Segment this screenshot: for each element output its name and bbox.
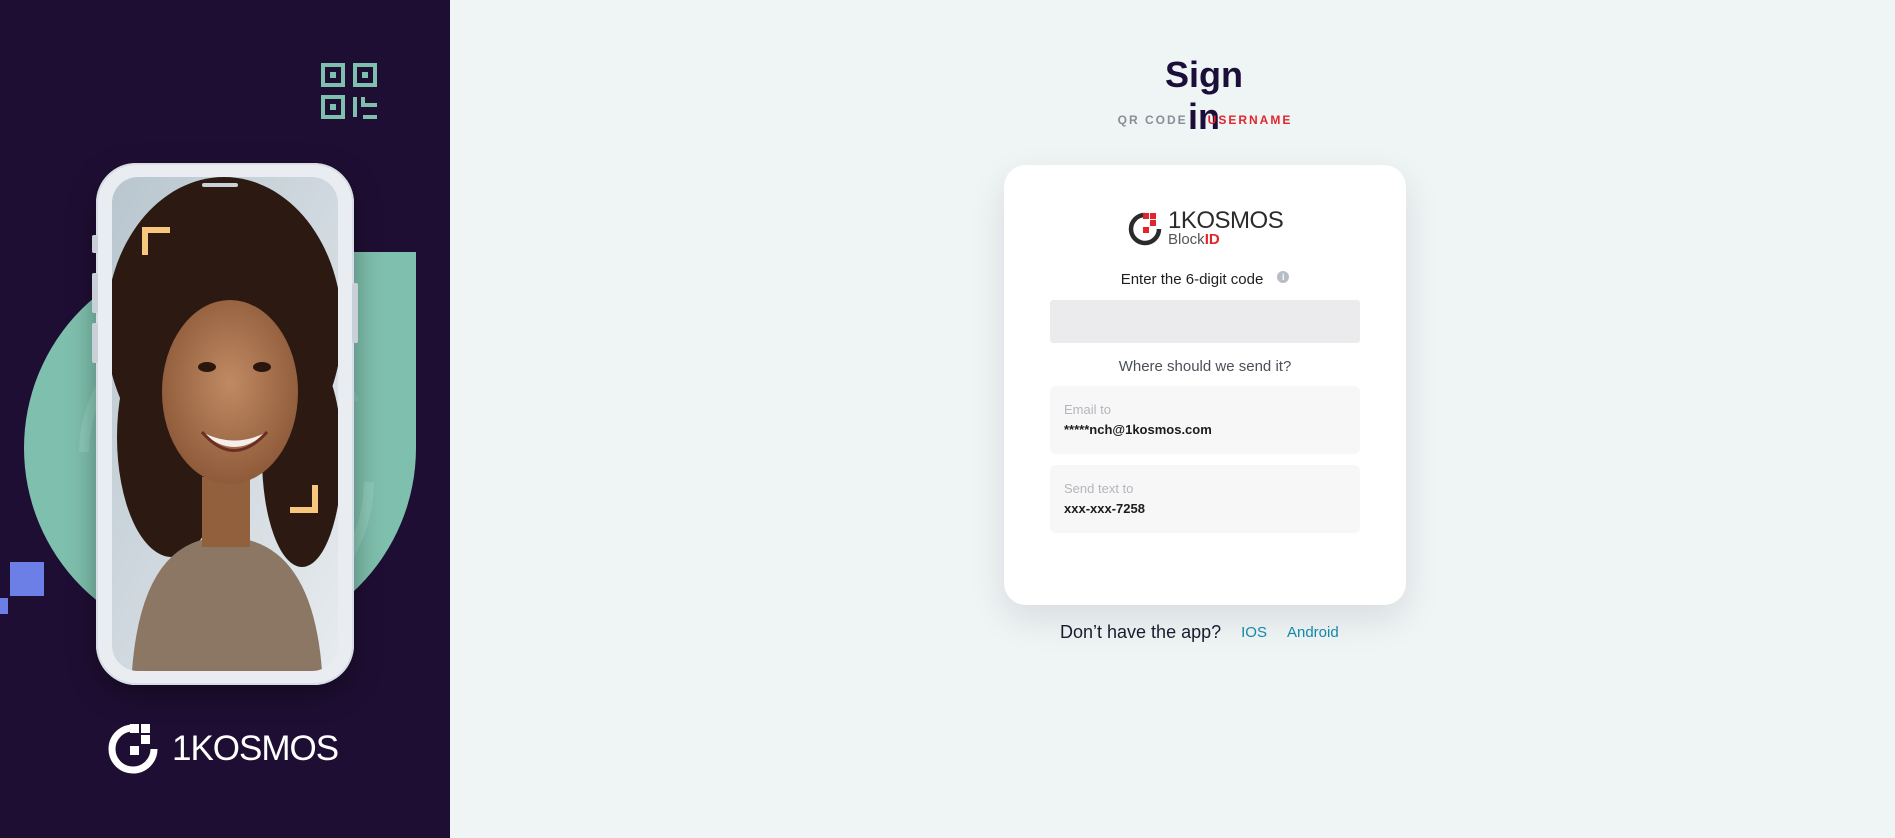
qr-code-icon [321, 63, 377, 119]
info-icon[interactable]: i [1277, 271, 1290, 283]
code-label-text: Enter the 6-digit code [1120, 271, 1264, 288]
brand-mark-icon [108, 724, 158, 774]
selfie-photo [112, 177, 338, 671]
tab-qr-code[interactable]: QR CODE [1118, 113, 1188, 127]
app-download-row: Don’t have the app? IOS Android [1060, 622, 1359, 643]
phone-side-button [352, 283, 358, 343]
blockid-logo-title: 1KOSMOS [1168, 207, 1284, 234]
android-link[interactable]: Android [1287, 624, 1339, 641]
sms-option-value: xxx-xxx-7258 [1064, 501, 1145, 516]
phone-side-button [92, 323, 98, 363]
decorative-square [10, 562, 44, 596]
brand-logo: 1KOSMOS [108, 724, 339, 774]
code-label: Enter the 6-digit code i [1004, 271, 1406, 288]
blockid-logo: 1KOSMOS BlockID [1128, 207, 1284, 248]
phone-notch [202, 183, 238, 187]
sms-option[interactable]: Send text to xxx-xxx-7258 [1050, 465, 1360, 533]
promo-panel: 1KOSMOS [0, 0, 450, 838]
phone-side-button [92, 235, 98, 253]
email-option[interactable]: Email to *****nch@1kosmos.com [1050, 386, 1360, 454]
blockid-logo-subtitle: BlockID [1168, 232, 1283, 248]
scan-frame-corner [142, 227, 170, 255]
brand-name: 1KOSMOS [172, 729, 339, 768]
email-option-value: *****nch@1kosmos.com [1064, 422, 1212, 437]
blockid-logo-block: Block [1168, 231, 1205, 248]
send-question: Where should we send it? [1118, 358, 1292, 375]
blockid-mark-icon [1128, 212, 1162, 246]
scan-frame-corner [290, 485, 318, 513]
decorative-square [0, 598, 8, 614]
blockid-logo-id: ID [1204, 231, 1220, 248]
code-input[interactable] [1050, 300, 1360, 343]
app-question: Don’t have the app? [1060, 622, 1222, 642]
sign-in-card: 1KOSMOS BlockID Enter the 6-digit code i … [1004, 165, 1406, 605]
tab-username[interactable]: USERNAME [1208, 113, 1293, 127]
ios-link[interactable]: IOS [1241, 624, 1267, 641]
email-option-label: Email to [1064, 402, 1111, 417]
phone-side-button [92, 273, 98, 313]
sign-in-method-tabs: QR CODE USERNAME [1090, 113, 1320, 127]
sms-option-label: Send text to [1064, 481, 1134, 496]
phone-mockup [92, 163, 358, 685]
